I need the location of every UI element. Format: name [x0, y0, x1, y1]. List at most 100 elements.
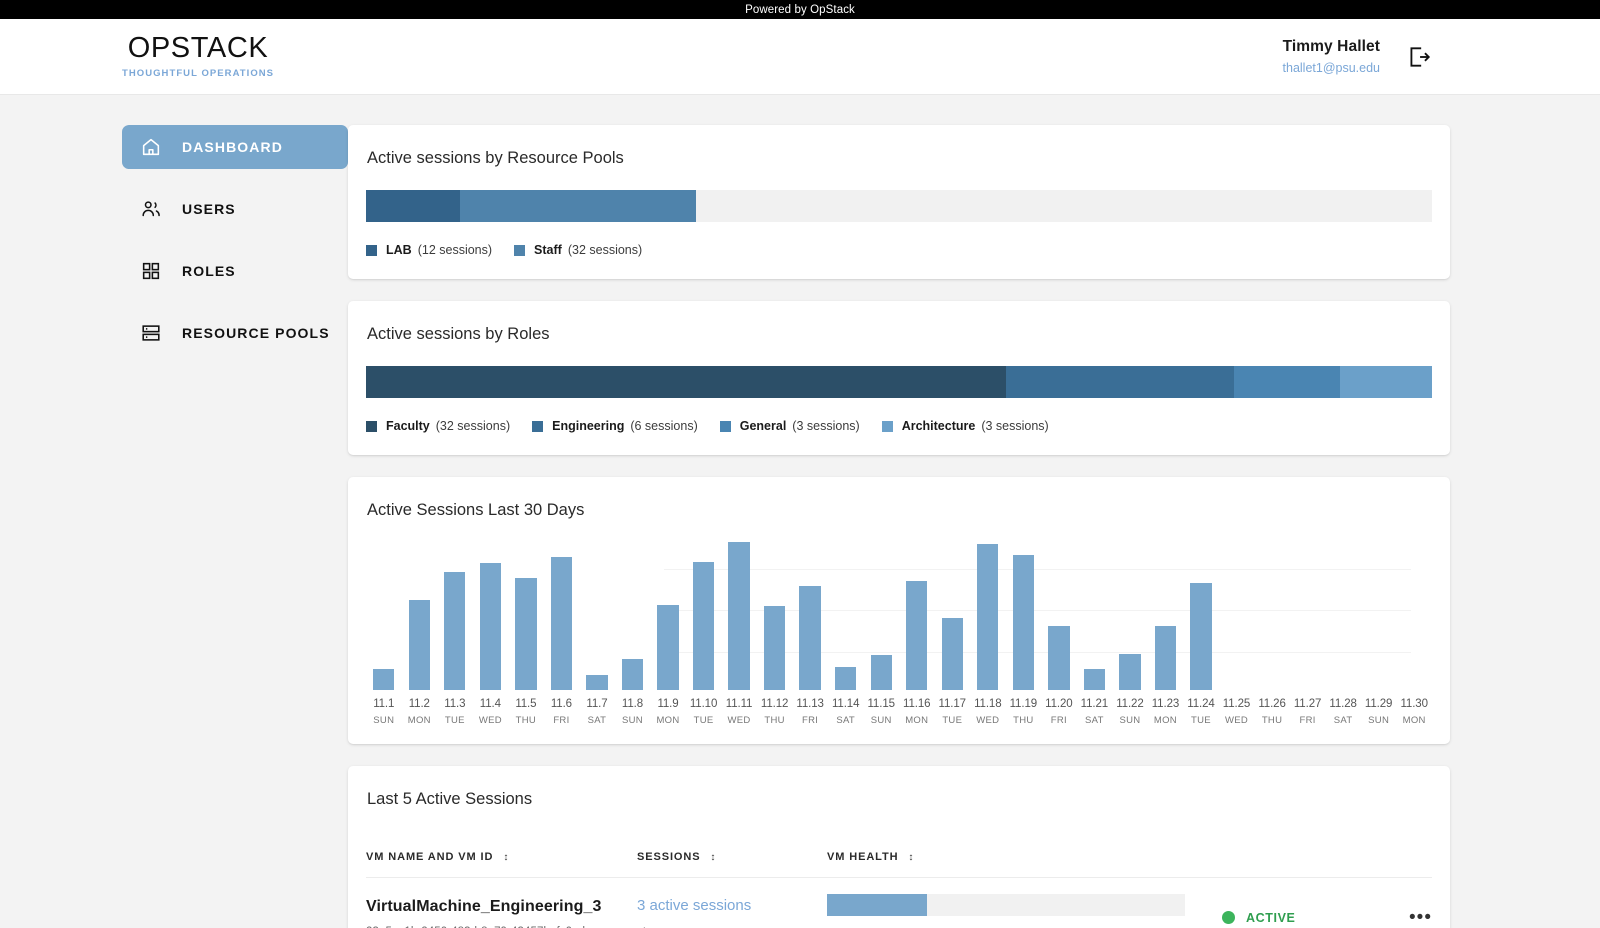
- chart-bar-column[interactable]: [366, 542, 402, 690]
- axis-weekday-label: FRI: [544, 715, 580, 726]
- chart-bar[interactable]: [586, 675, 607, 690]
- chart-bar-column[interactable]: [935, 542, 971, 690]
- chart-bar-column[interactable]: [721, 542, 757, 690]
- chart-bar[interactable]: [373, 669, 394, 690]
- chart-bar-column[interactable]: [1077, 542, 1113, 690]
- chart-bar-column[interactable]: [437, 542, 473, 690]
- chart-bar[interactable]: [799, 586, 820, 690]
- column-header-vm-name[interactable]: VM NAME AND VM ID ↕: [366, 831, 637, 878]
- chart-bar[interactable]: [942, 618, 963, 690]
- chart-bar[interactable]: [1155, 626, 1176, 690]
- chart-bar-column[interactable]: [402, 542, 438, 690]
- stack-segment: [1340, 366, 1432, 398]
- chart-bar-column[interactable]: [1183, 542, 1219, 690]
- chart-bar[interactable]: [906, 581, 927, 690]
- axis-weekday-label: SUN: [615, 715, 651, 726]
- vm-name[interactable]: VirtualMachine_Engineering_3: [366, 898, 637, 916]
- axis-weekday-label: SAT: [579, 715, 615, 726]
- card-sessions-by-roles: Active sessions by Roles Faculty(32 sess…: [348, 301, 1450, 455]
- chart-bar-column[interactable]: [1041, 542, 1077, 690]
- axis-tick: 11.16MON: [899, 698, 935, 726]
- chart-bar-column[interactable]: [508, 542, 544, 690]
- sidebar-item-resource-pools[interactable]: RESOURCE POOLS: [122, 311, 348, 355]
- sidebar-item-users[interactable]: USERS: [122, 187, 348, 231]
- axis-date-label: 11.11: [721, 698, 757, 710]
- table-row[interactable]: VirtualMachine_Engineering_323e5ce1b-245…: [366, 878, 1432, 928]
- axis-date-label: 11.9: [650, 698, 686, 710]
- axis-weekday-label: THU: [508, 715, 544, 726]
- chart-bar-column[interactable]: [544, 542, 580, 690]
- chart-bar-column[interactable]: [1325, 542, 1361, 690]
- brand-logo[interactable]: OPSTACK THOUGHTFUL OPERATIONS: [122, 34, 274, 79]
- user-email[interactable]: thallet1@psu.edu: [1283, 61, 1380, 75]
- chart-bar[interactable]: [728, 542, 749, 690]
- axis-tick: 11.6FRI: [544, 698, 580, 726]
- stack-segment: [1234, 366, 1341, 398]
- chart-bar[interactable]: [835, 667, 856, 690]
- axis-tick: 11.2MON: [402, 698, 438, 726]
- chart-bar-column[interactable]: [1006, 542, 1042, 690]
- chart-bar[interactable]: [1013, 555, 1034, 690]
- logout-icon[interactable]: [1406, 44, 1432, 70]
- column-header-vm-health[interactable]: VM HEALTH ↕: [827, 831, 1222, 878]
- chart-bar[interactable]: [764, 606, 785, 690]
- trend-x-axis: 11.1SUN11.2MON11.3TUE11.4WED11.5THU11.6F…: [366, 698, 1432, 726]
- chart-bar-column[interactable]: [792, 542, 828, 690]
- axis-tick: 11.26THU: [1254, 698, 1290, 726]
- sort-arrows-icon[interactable]: ↕: [503, 852, 509, 863]
- legend-item: Engineering(6 sessions): [532, 419, 698, 433]
- axis-weekday-label: SUN: [1112, 715, 1148, 726]
- sort-arrows-icon[interactable]: ↕: [710, 852, 716, 863]
- axis-date-label: 11.2: [402, 698, 438, 710]
- chart-bar[interactable]: [515, 578, 536, 690]
- chart-bar[interactable]: [480, 563, 501, 690]
- chart-bar-column[interactable]: [1148, 542, 1184, 690]
- axis-date-label: 11.26: [1254, 698, 1290, 710]
- axis-date-label: 11.25: [1219, 698, 1255, 710]
- chart-bar-column[interactable]: [1219, 542, 1255, 690]
- chart-bar-column[interactable]: [899, 542, 935, 690]
- chart-bar-column[interactable]: [1254, 542, 1290, 690]
- axis-date-label: 11.18: [970, 698, 1006, 710]
- axis-tick: 11.23MON: [1148, 698, 1184, 726]
- sidebar-item-dashboard[interactable]: DASHBOARD: [122, 125, 348, 169]
- active-sessions-link[interactable]: 3 active sessions: [637, 897, 827, 914]
- chart-bar[interactable]: [871, 655, 892, 690]
- chart-bar-column[interactable]: [1361, 542, 1397, 690]
- chart-bar[interactable]: [551, 557, 572, 690]
- chart-bar[interactable]: [1084, 669, 1105, 690]
- chart-bar-column[interactable]: [757, 542, 793, 690]
- chart-bar[interactable]: [409, 600, 430, 690]
- chart-bar-column[interactable]: [1112, 542, 1148, 690]
- chart-bar[interactable]: [622, 659, 643, 690]
- chart-bar-column[interactable]: [970, 542, 1006, 690]
- chart-bar-column[interactable]: [615, 542, 651, 690]
- chart-bar[interactable]: [1119, 654, 1140, 690]
- chart-bar-column[interactable]: [579, 542, 615, 690]
- legend-swatch: [532, 421, 543, 432]
- sort-arrows-icon[interactable]: ↕: [908, 852, 914, 863]
- chart-bar[interactable]: [1190, 583, 1211, 690]
- chart-bar-column[interactable]: [650, 542, 686, 690]
- chart-bar[interactable]: [693, 562, 714, 690]
- chart-bar[interactable]: [1048, 626, 1069, 690]
- axis-weekday-label: TUE: [1183, 715, 1219, 726]
- show-users-link[interactable]: show users: [637, 925, 827, 928]
- cell-status: ACTIVE: [1222, 878, 1372, 928]
- axis-weekday-label: WED: [1219, 715, 1255, 726]
- chart-bar[interactable]: [657, 605, 678, 691]
- sidebar-item-roles[interactable]: ROLES: [122, 249, 348, 293]
- chart-bar-column[interactable]: [828, 542, 864, 690]
- axis-date-label: 11.15: [863, 698, 899, 710]
- chart-bar[interactable]: [444, 572, 465, 690]
- row-actions-menu-icon[interactable]: •••: [1372, 907, 1432, 928]
- chart-bar-column[interactable]: [1290, 542, 1326, 690]
- chart-bar[interactable]: [977, 544, 998, 690]
- chart-bar-column[interactable]: [863, 542, 899, 690]
- app-header: OPSTACK THOUGHTFUL OPERATIONS Timmy Hall…: [0, 19, 1600, 95]
- chart-bar-column[interactable]: [686, 542, 722, 690]
- chart-bar-column[interactable]: [473, 542, 509, 690]
- grid-icon: [140, 260, 162, 282]
- column-header-sessions[interactable]: SESSIONS ↕: [637, 831, 827, 878]
- chart-bar-column[interactable]: [1396, 542, 1432, 690]
